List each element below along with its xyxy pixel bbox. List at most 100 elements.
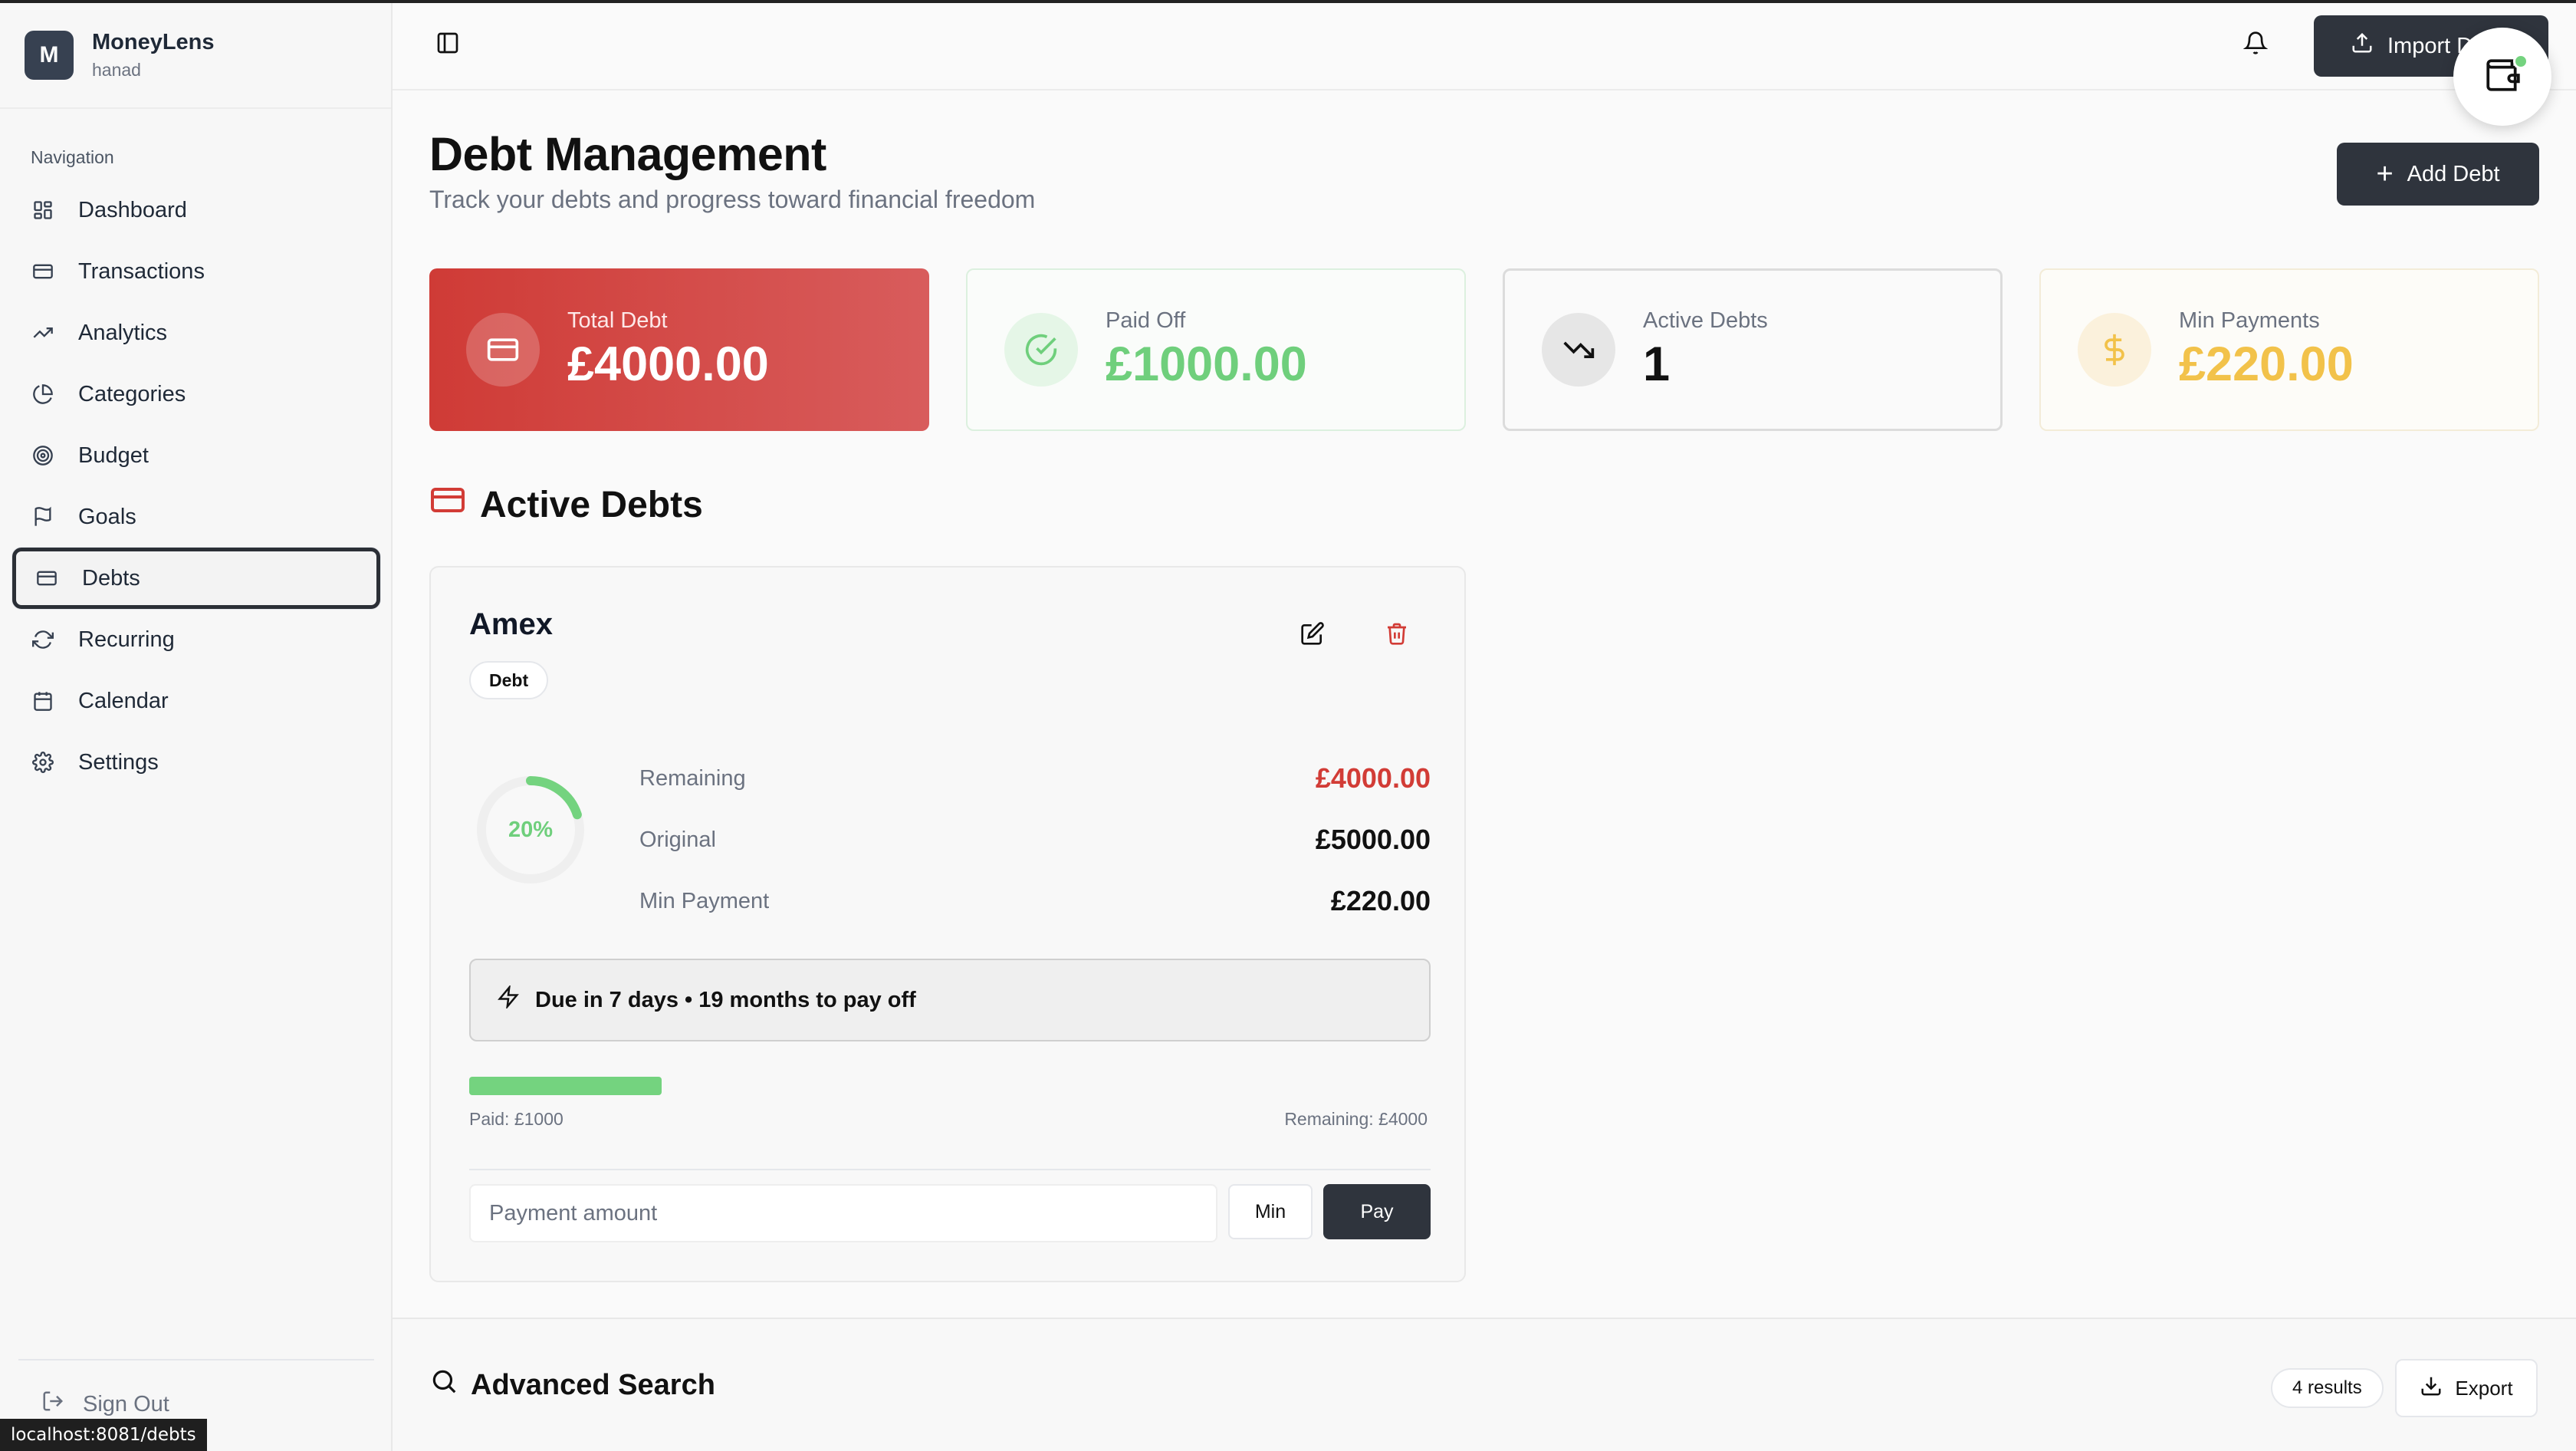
results-count-badge: 4 results: [2271, 1368, 2384, 1408]
sidebar-item-debts[interactable]: Debts: [12, 548, 380, 609]
payment-amount-input[interactable]: [469, 1184, 1217, 1242]
detail-label: Original: [639, 827, 716, 852]
advanced-search-title: Advanced Search: [471, 1368, 715, 1401]
pay-button[interactable]: Pay: [1323, 1184, 1431, 1239]
nav-section-title: Navigation: [31, 147, 114, 167]
status-bar-url: localhost:8081/debts: [0, 1419, 207, 1451]
logout-icon: [41, 1390, 64, 1419]
edit-icon: [1300, 621, 1325, 650]
paid-amount-label: Paid: £1000: [469, 1109, 564, 1129]
sidebar-item-label: Goals: [78, 504, 136, 529]
sidebar-item-label: Calendar: [78, 688, 169, 713]
sidebar-item-label: Settings: [78, 749, 159, 775]
sidebar-item-label: Debts: [82, 565, 140, 591]
wallet-floating-button[interactable]: [2453, 28, 2551, 126]
sign-out-label: Sign Out: [83, 1391, 169, 1416]
stat-value: £1000.00: [1106, 337, 1307, 391]
sidebar-item-calendar[interactable]: Calendar: [12, 670, 380, 732]
card-icon: [31, 259, 55, 284]
sidebar-item-label: Analytics: [78, 320, 168, 345]
lightning-icon: [497, 984, 520, 1015]
detail-row-original: Original £5000.00: [639, 824, 1431, 856]
card-icon: [429, 482, 466, 528]
stat-card-total-debt: Total Debt £4000.00: [429, 268, 929, 431]
upload-icon: [2351, 31, 2374, 61]
sidebar-item-budget[interactable]: Budget: [12, 425, 380, 486]
detail-row-min-payment: Min Payment £220.00: [639, 885, 1431, 917]
sidebar-item-recurring[interactable]: Recurring: [12, 609, 380, 670]
section-title-label: Active Debts: [480, 484, 703, 525]
dollar-icon: [2078, 313, 2151, 387]
detail-value: £220.00: [1330, 885, 1431, 916]
trending-down-icon: [1542, 313, 1615, 387]
debt-card: Amex Debt 20% Remaining £4000.00 Origina…: [429, 566, 1466, 1282]
page-title: Debt Management: [429, 128, 826, 180]
active-debts-heading: Active Debts: [429, 482, 703, 528]
detail-row-remaining: Remaining £4000.00: [639, 762, 1431, 795]
sidebar-item-dashboard[interactable]: Dashboard: [12, 179, 380, 241]
due-text: Due in 7 days • 19 months to pay off: [535, 987, 916, 1012]
download-icon: [2420, 1374, 2443, 1403]
detail-value: £4000.00: [1315, 762, 1431, 794]
trash-icon: [1385, 621, 1409, 650]
bell-icon: [2242, 31, 2269, 58]
flag-icon: [31, 505, 55, 529]
detail-label: Min Payment: [639, 888, 770, 913]
sidebar: M MoneyLens hanad Navigation Dashboard T…: [0, 3, 393, 1451]
debt-type-badge: Debt: [469, 661, 549, 699]
brand-username: hanad: [92, 60, 141, 80]
stat-label: Total Debt: [567, 308, 668, 333]
panel-left-icon: [435, 32, 460, 58]
stat-card-min-payments: Min Payments £220.00: [2039, 268, 2539, 431]
gear-icon: [31, 750, 55, 775]
grid-icon: [31, 198, 55, 222]
delete-debt-button[interactable]: [1375, 614, 1418, 656]
target-icon: [31, 443, 55, 468]
brand-name: MoneyLens: [92, 30, 215, 54]
sidebar-item-label: Recurring: [78, 627, 175, 652]
export-label: Export: [2455, 1376, 2513, 1400]
stat-label: Paid Off: [1106, 308, 1186, 333]
online-indicator: [2513, 54, 2528, 69]
trending-up-icon: [31, 321, 55, 345]
check-circle-icon: [1004, 313, 1078, 387]
sidebar-nav: Dashboard Transactions Analytics Categor…: [12, 179, 380, 793]
sidebar-item-categories[interactable]: Categories: [12, 364, 380, 425]
min-payment-button[interactable]: Min: [1228, 1184, 1313, 1239]
add-debt-button[interactable]: + Add Debt: [2337, 143, 2539, 206]
pie-chart-icon: [31, 382, 55, 406]
sidebar-item-label: Budget: [78, 443, 149, 468]
payoff-progress-bar: [469, 1077, 1431, 1095]
advanced-search-panel: Advanced Search 4 results Export: [393, 1318, 2576, 1451]
search-icon: [429, 1367, 458, 1403]
export-button[interactable]: Export: [2395, 1359, 2538, 1417]
debt-name: Amex: [469, 607, 553, 641]
progress-percent: 20%: [508, 817, 554, 842]
card-icon: [466, 313, 540, 387]
stat-value: 1: [1643, 337, 1671, 391]
page-subtitle: Track your debts and progress toward fin…: [429, 186, 1036, 213]
divider: [469, 1169, 1431, 1170]
due-info-box: Due in 7 days • 19 months to pay off: [469, 959, 1431, 1041]
refresh-icon: [31, 627, 55, 652]
edit-debt-button[interactable]: [1291, 614, 1334, 656]
sidebar-item-label: Transactions: [78, 258, 205, 284]
sidebar-item-transactions[interactable]: Transactions: [12, 241, 380, 302]
detail-label: Remaining: [639, 765, 746, 791]
sidebar-item-goals[interactable]: Goals: [12, 486, 380, 548]
sidebar-toggle-button[interactable]: [435, 31, 466, 61]
sign-out-button[interactable]: Sign Out: [18, 1359, 374, 1419]
notifications-button[interactable]: [2242, 31, 2274, 61]
add-debt-label: Add Debt: [2407, 161, 2500, 186]
calendar-icon: [31, 689, 55, 713]
sidebar-item-analytics[interactable]: Analytics: [12, 302, 380, 364]
brand-header[interactable]: M MoneyLens hanad: [0, 3, 391, 109]
plus-icon: +: [2376, 158, 2394, 190]
stat-label: Active Debts: [1643, 308, 1768, 333]
stat-value: £4000.00: [567, 337, 769, 391]
brand-avatar: M: [25, 31, 74, 80]
stat-card-active-debts: Active Debts 1: [1503, 268, 2003, 431]
payoff-progress-fill: [469, 1077, 662, 1095]
sidebar-item-settings[interactable]: Settings: [12, 732, 380, 793]
top-bar: Import D: [393, 3, 2576, 90]
